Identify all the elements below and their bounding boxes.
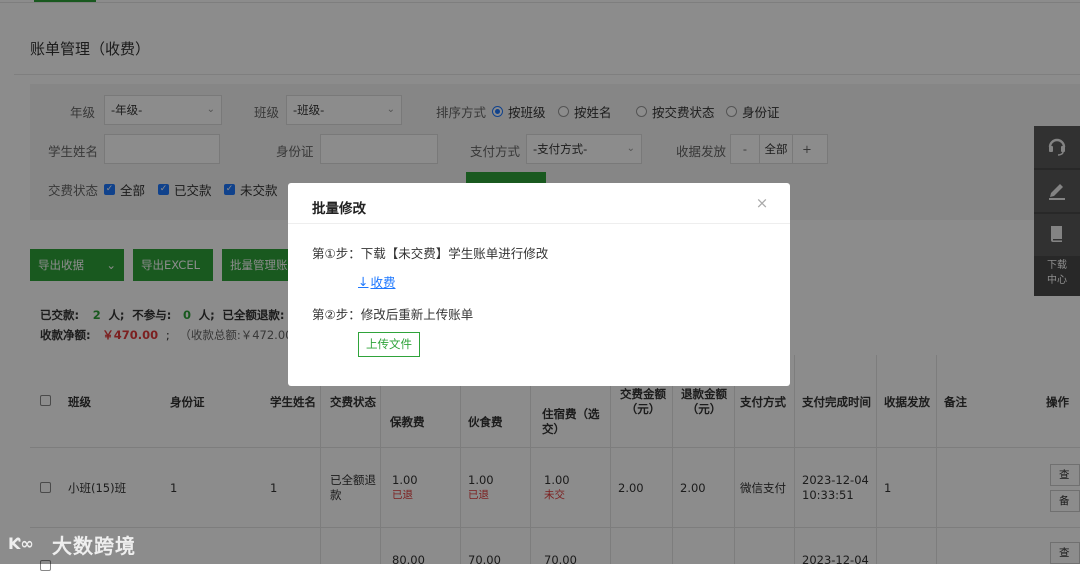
download-link-label: 收费 xyxy=(370,275,396,290)
watermark: Ƙ∞ 大数跨境 xyxy=(8,530,136,559)
batch-edit-modal: 批量修改 × 第①步：下载【未交费】学生账单进行修改 ↓ 收费 第②步：修改后重… xyxy=(288,183,790,386)
close-icon[interactable]: × xyxy=(752,193,772,213)
modal-title: 批量修改 xyxy=(312,201,366,217)
modal-divider xyxy=(288,223,790,224)
upload-file-button[interactable]: 上传文件 xyxy=(358,332,420,357)
download-fee-link[interactable]: ↓ 收费 xyxy=(358,272,396,291)
watermark-text: 大数跨境 xyxy=(52,534,136,558)
step-1-text: 第①步：下载【未交费】学生账单进行修改 xyxy=(312,246,549,261)
watermark-logo-icon: Ƙ∞ xyxy=(8,532,48,557)
step-2-text: 第②步：修改后重新上传账单 xyxy=(312,307,474,322)
svg-text:Ƙ∞: Ƙ∞ xyxy=(8,534,34,553)
download-icon: ↓ xyxy=(358,274,369,289)
billing-page: 账单管理（收费） 年级 -年级- ⌄ 班级 -班级- ⌄ 排序方式 按班级 按姓名 … xyxy=(0,0,1080,571)
